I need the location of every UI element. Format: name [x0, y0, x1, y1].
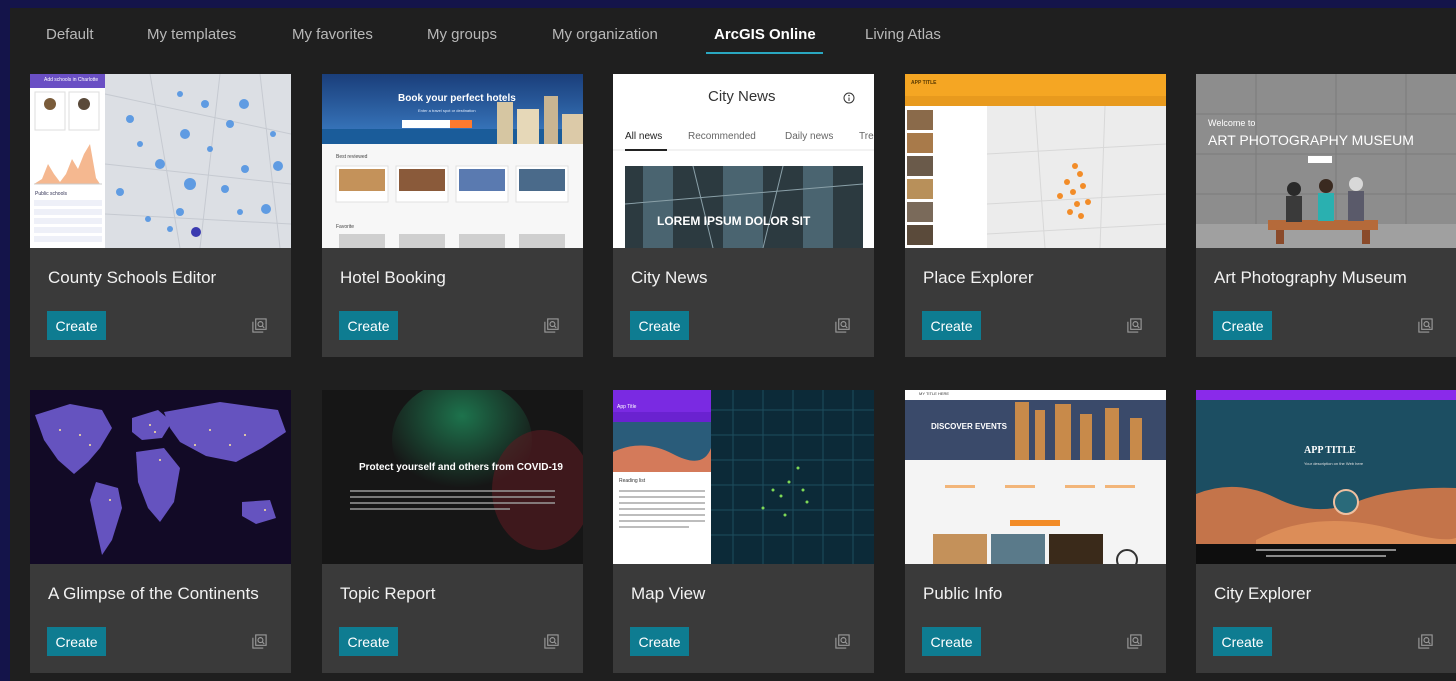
template-thumbnail[interactable]	[30, 390, 291, 564]
tab-my-favorites[interactable]: My favorites	[292, 26, 373, 43]
create-button[interactable]: Create	[339, 627, 398, 656]
template-thumbnail[interactable]: City News All news Recommended Daily new…	[613, 74, 874, 248]
card-title: Art Photography Museum	[1214, 268, 1407, 287]
preview-icon[interactable]	[251, 317, 268, 334]
map-view-thumbnail	[613, 390, 874, 564]
thumbnail-section: Best reviewed	[336, 154, 368, 160]
template-card-glimpse-of-continents[interactable]: A Glimpse of the Continents Create	[30, 390, 291, 673]
thumbnail-section: Reading list	[619, 478, 646, 484]
preview-icon[interactable]	[1126, 317, 1143, 334]
card-title: City Explorer	[1214, 584, 1312, 603]
template-card-hotel-booking[interactable]: Book your perfect hotels Enter a travel …	[322, 74, 583, 357]
thumbnail-heading: ART PHOTOGRAPHY MUSEUM	[1208, 132, 1414, 148]
city-explorer-thumbnail	[1196, 390, 1456, 564]
preview-icon[interactable]	[543, 633, 560, 650]
thumbnail-tab: Daily news	[785, 131, 834, 142]
preview-icon[interactable]	[834, 633, 851, 650]
template-card-city-news[interactable]: City News All news Recommended Daily new…	[613, 74, 874, 357]
thumbnail-tab: Recommended	[688, 131, 756, 142]
thumbnail-subheading: Enter a travel spot or destination	[418, 108, 476, 113]
preview-icon[interactable]	[1417, 317, 1434, 334]
place-explorer-thumbnail	[905, 74, 1166, 248]
tab-my-templates[interactable]: My templates	[147, 26, 236, 43]
create-button[interactable]: Create	[1213, 311, 1272, 340]
create-button[interactable]: Create	[47, 627, 106, 656]
card-title: A Glimpse of the Continents	[48, 584, 259, 603]
card-title: City News	[631, 268, 708, 287]
card-title: Topic Report	[340, 584, 436, 603]
thumbnail-subheading: Your description on the Web here	[1304, 461, 1364, 466]
template-card-place-explorer[interactable]: APP TITLE Place Explorer Create	[905, 74, 1166, 357]
create-button[interactable]: Create	[630, 627, 689, 656]
template-thumbnail[interactable]: Add schools in Charlotte Public schools	[30, 74, 291, 248]
card-title: Map View	[631, 584, 706, 603]
preview-icon[interactable]	[1126, 633, 1143, 650]
create-button[interactable]: Create	[922, 311, 981, 340]
thumbnail-welcome: Welcome to	[1208, 118, 1256, 128]
world-lights-thumbnail	[30, 390, 291, 564]
thumbnail-header: APP TITLE	[911, 80, 937, 86]
template-thumbnail[interactable]: App Title Reading list	[613, 390, 874, 564]
thumbnail-heading: APP TITLE	[1304, 445, 1356, 456]
thumbnail-section: Favorite	[336, 224, 355, 230]
schools-map-thumbnail	[30, 74, 291, 248]
preview-icon[interactable]	[543, 317, 560, 334]
public-info-thumbnail	[905, 390, 1166, 564]
create-button[interactable]: Create	[1213, 627, 1272, 656]
active-tab-indicator	[706, 52, 823, 54]
card-title: Public Info	[923, 584, 1003, 603]
template-card-county-schools-editor[interactable]: Add schools in Charlotte Public schools …	[30, 74, 291, 357]
thumbnail-header: Add schools in Charlotte	[44, 77, 99, 83]
template-card-city-explorer[interactable]: APP TITLE Your description on the Web he…	[1196, 390, 1456, 673]
topic-report-thumbnail	[322, 390, 583, 564]
create-button[interactable]: Create	[47, 311, 106, 340]
template-gallery: Default My templates My favorites My gro…	[10, 8, 1456, 681]
tab-my-organization[interactable]: My organization	[552, 26, 658, 43]
thumbnail-tab: Tre	[859, 131, 874, 142]
create-button[interactable]: Create	[339, 311, 398, 340]
thumbnail-subheading: Public schools	[35, 191, 67, 197]
tab-arcgis-online[interactable]: ArcGIS Online	[714, 26, 816, 43]
thumbnail-heading: City News	[708, 88, 776, 105]
preview-icon[interactable]	[251, 633, 268, 650]
art-museum-thumbnail	[1196, 74, 1456, 248]
template-thumbnail[interactable]: MY TITLE HERE DISCOVER EVENTS	[905, 390, 1166, 564]
thumbnail-header: MY TITLE HERE	[919, 391, 950, 396]
thumbnail-overlay-text: LOREM IPSUM DOLOR SIT	[657, 214, 811, 228]
preview-icon[interactable]	[834, 317, 851, 334]
tab-living-atlas[interactable]: Living Atlas	[865, 26, 941, 43]
template-card-topic-report[interactable]: Protect yourself and others from COVID-1…	[322, 390, 583, 673]
template-card-map-view[interactable]: App Title Reading list Map View Create	[613, 390, 874, 673]
template-card-public-info[interactable]: MY TITLE HERE DISCOVER EVENTS Public Inf…	[905, 390, 1166, 673]
thumbnail-banner: Book your perfect hotels	[398, 93, 516, 104]
card-title: County Schools Editor	[48, 268, 217, 287]
thumbnail-heading: Protect yourself and others from COVID-1…	[359, 462, 563, 473]
template-thumbnail[interactable]: APP TITLE Your description on the Web he…	[1196, 390, 1456, 564]
thumbnail-tab: All news	[625, 131, 663, 142]
thumbnail-banner: DISCOVER EVENTS	[931, 422, 1008, 431]
template-thumbnail[interactable]: APP TITLE	[905, 74, 1166, 248]
thumbnail-header: App Title	[617, 404, 637, 410]
card-title: Hotel Booking	[340, 268, 446, 287]
preview-icon[interactable]	[1417, 633, 1434, 650]
tab-my-groups[interactable]: My groups	[427, 26, 497, 43]
tab-default[interactable]: Default	[46, 26, 94, 43]
template-card-art-photography-museum[interactable]: Welcome to ART PHOTOGRAPHY MUSEUM Art Ph…	[1196, 74, 1456, 357]
tab-bar: Default My templates My favorites My gro…	[10, 8, 1456, 66]
card-title: Place Explorer	[923, 268, 1034, 287]
create-button[interactable]: Create	[630, 311, 689, 340]
template-thumbnail[interactable]: Welcome to ART PHOTOGRAPHY MUSEUM	[1196, 74, 1456, 248]
template-thumbnail[interactable]: Protect yourself and others from COVID-1…	[322, 390, 583, 564]
create-button[interactable]: Create	[922, 627, 981, 656]
template-thumbnail[interactable]: Book your perfect hotels Enter a travel …	[322, 74, 583, 248]
